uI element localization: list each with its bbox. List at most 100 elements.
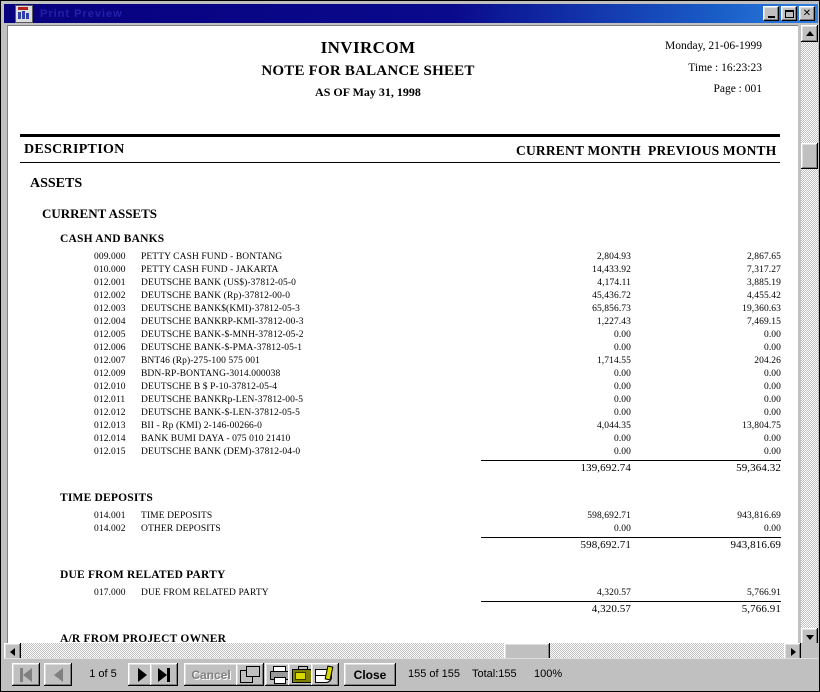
account-cur: 0.00	[613, 382, 631, 392]
copies-button[interactable]	[236, 663, 264, 686]
account-desc: DEUTSCHE BANK (US$)-37812-05-0	[141, 278, 296, 288]
account-prev: 0.00	[763, 382, 781, 392]
account-cur: 65,856.73	[592, 304, 631, 314]
account-prev: 19,360.63	[742, 304, 781, 314]
group-total-cur: 139,692.74	[580, 462, 631, 474]
column-header-description: DESCRIPTION	[24, 142, 125, 157]
window-titlebar[interactable]: Print Preview ✕	[4, 4, 818, 23]
account-cur: 0.00	[613, 524, 631, 534]
account-desc: BANK BUMI DAYA - 075 010 21410	[141, 434, 291, 444]
group-total-row: 598,692.71 943,816.69	[8, 537, 798, 553]
account-desc: DEUTSCHE BANKRp-LEN-37812-00-5	[141, 395, 304, 405]
account-cur: 4,320.57	[596, 588, 631, 598]
group-total-prev: 5,766.91	[741, 603, 781, 615]
account-desc: DEUTSCHE BANKRP-KMI-37812-00-3	[141, 317, 304, 327]
close-button[interactable]: Close	[344, 663, 396, 686]
first-page-button[interactable]	[12, 663, 40, 686]
group-header: DUE FROM RELATED PARTY	[60, 569, 226, 581]
account-code: 012.012	[94, 408, 126, 418]
account-row: 012.010 DEUTSCHE B $ P-10-37812-05-4 0.00 0…	[8, 382, 798, 395]
account-code: 017.000	[94, 588, 126, 598]
report-company: INVIRCOM	[320, 38, 416, 57]
account-prev: 3,885.19	[746, 278, 781, 288]
total-underline	[631, 537, 781, 538]
account-code: 012.002	[94, 291, 126, 301]
account-code: 012.011	[94, 395, 126, 405]
account-desc: DEUTSCHE BANK-$-LEN-37812-05-5	[141, 408, 300, 418]
account-prev: 0.00	[763, 395, 781, 405]
account-desc: OTHER DEPOSITS	[141, 524, 221, 534]
print-preview-window: Print Preview ✕ INVIRCOM NOTE FOR BALANC…	[0, 0, 820, 692]
group-total-cur: 4,320.57	[591, 603, 631, 615]
account-desc: PETTY CASH FUND - JAKARTA	[141, 265, 279, 275]
report-page-number: Page : 001	[713, 83, 762, 95]
account-desc: BDN-RP-BONTANG-3014.000038	[141, 369, 281, 379]
account-prev: 5,766.91	[746, 588, 781, 598]
printer-icon	[269, 666, 290, 684]
account-prev: 204.26	[754, 356, 781, 366]
group-total-prev: 943,816.69	[730, 539, 781, 551]
account-row: 012.001 DEUTSCHE BANK (US$)-37812-05-0 4,1…	[8, 278, 798, 291]
account-prev: 4,455.42	[746, 291, 781, 301]
export-icon	[292, 666, 314, 683]
account-desc: DEUTSCHE BANK (DEM)-37812-04-0	[141, 447, 301, 457]
account-desc: PETTY CASH FUND - BONTANG	[141, 252, 283, 262]
report-date: Monday, 21-06-1999	[665, 40, 762, 52]
maximize-button[interactable]	[781, 6, 797, 21]
account-row: 014.001 TIME DEPOSITS 598,692.71 943,816.69	[8, 511, 798, 524]
account-row: 012.014 BANK BUMI DAYA - 075 010 21410 0.0…	[8, 434, 798, 447]
cancel-button[interactable]: Cancel	[184, 663, 238, 686]
account-prev: 13,804.75	[742, 421, 781, 431]
account-cur: 2,804.93	[596, 252, 631, 262]
account-row: 012.002 DEUTSCHE BANK (Rp)-37812-00-0 45,4…	[8, 291, 798, 304]
account-desc: TIME DEPOSITS	[141, 511, 213, 521]
account-code: 012.009	[94, 369, 126, 379]
total-underline	[631, 601, 781, 602]
account-code: 012.007	[94, 356, 126, 366]
mail-button[interactable]	[311, 663, 339, 686]
group-header: TIME DEPOSITS	[60, 492, 154, 504]
scroll-up-button[interactable]	[801, 25, 818, 42]
account-row: 010.000 PETTY CASH FUND - JAKARTA 14,433.9…	[8, 265, 798, 278]
account-cur: 0.00	[613, 395, 631, 405]
account-cur: 598,692.71	[587, 511, 631, 521]
preview-client-area: INVIRCOM NOTE FOR BALANCE SHEET AS OF Ma…	[4, 25, 818, 660]
account-cur: 4,174.11	[597, 278, 631, 288]
total-count-status: Total:155	[472, 668, 517, 680]
preview-toolbar: 1 of 5 Cancel Close 155 of 155 Total:155…	[4, 658, 818, 688]
first-page-icon	[20, 667, 32, 682]
account-code: 014.002	[94, 524, 126, 534]
report-time: Time : 16:23:23	[688, 62, 762, 74]
total-underline	[481, 537, 631, 538]
vertical-scrollbar[interactable]	[801, 25, 818, 645]
account-code: 012.005	[94, 330, 126, 340]
previous-page-button[interactable]	[44, 663, 72, 686]
account-code: 012.004	[94, 317, 126, 327]
account-row: 012.003 DEUTSCHE BANK$(KMI)-37812-05-3 65,…	[8, 304, 798, 317]
last-page-button[interactable]	[150, 663, 178, 686]
group-total-prev: 59,364.32	[736, 462, 781, 474]
column-header-previous-month: PREVIOUS MONTH	[648, 143, 777, 158]
account-cur: 1,227.43	[596, 317, 631, 327]
account-code: 012.003	[94, 304, 126, 314]
close-icon[interactable]: ✕	[799, 6, 815, 21]
account-prev: 7,317.27	[746, 265, 781, 275]
report-page: INVIRCOM NOTE FOR BALANCE SHEET AS OF Ma…	[7, 25, 798, 645]
account-row: 012.004 DEUTSCHE BANKRP-KMI-37812-00-3 1,2…	[8, 317, 798, 330]
account-cur: 0.00	[613, 408, 631, 418]
account-desc: BII - Rp (KMI) 2-146-00266-0	[141, 421, 263, 431]
account-cur: 0.00	[613, 369, 631, 379]
report-icon	[15, 4, 33, 23]
account-code: 012.010	[94, 382, 126, 392]
account-prev: 0.00	[763, 524, 781, 534]
account-cur: 0.00	[613, 330, 631, 340]
previous-page-icon	[53, 667, 63, 682]
account-code: 009.000	[94, 252, 126, 262]
vertical-scroll-thumb[interactable]	[801, 143, 818, 169]
window-controls: ✕	[763, 6, 815, 21]
account-row: 012.007 BNT46 (Rp)-275-100 575 001 1,714.5…	[8, 356, 798, 369]
report-as-of: AS OF May 31, 1998	[315, 85, 421, 99]
account-desc: DEUTSCHE B $ P-10-37812-05-4	[141, 382, 278, 392]
minimize-button[interactable]	[763, 6, 779, 21]
account-row: 012.005 DEUTSCHE BANK-$-MNH-37812-05-2 0.0…	[8, 330, 798, 343]
